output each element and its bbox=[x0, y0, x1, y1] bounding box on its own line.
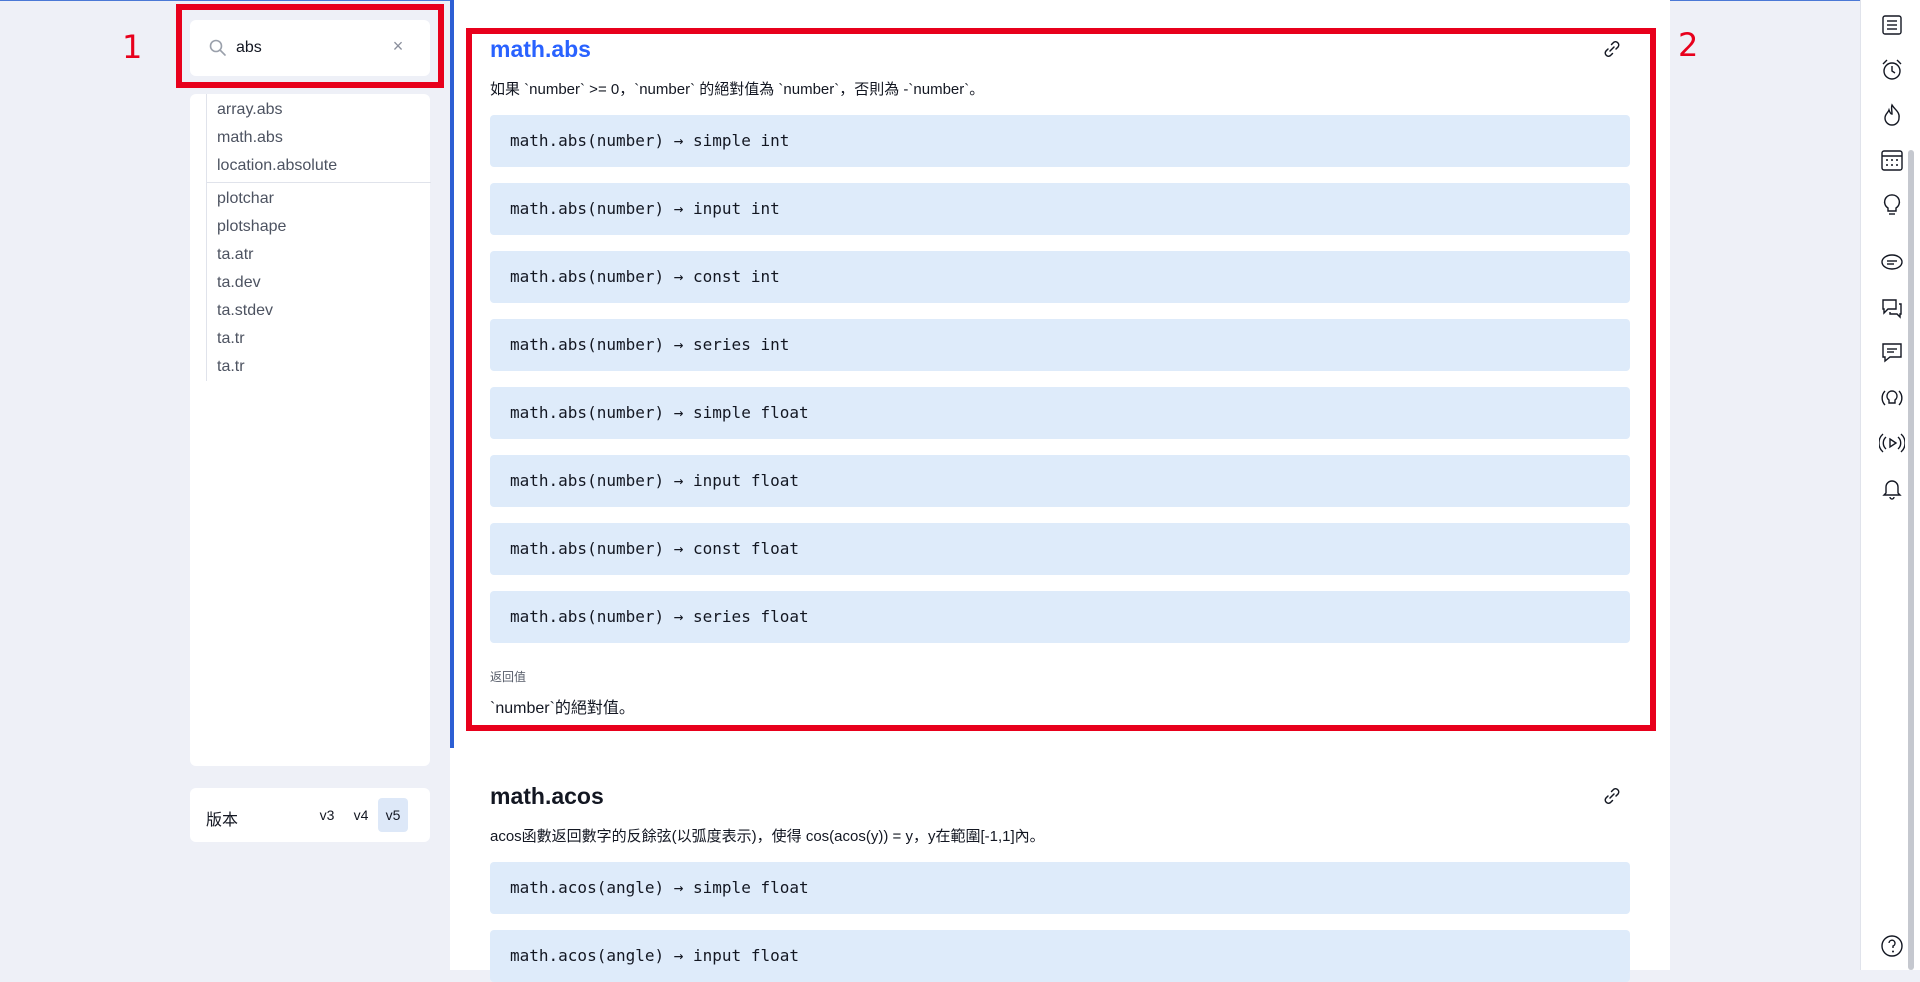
result-ta-tr-2[interactable]: ta.tr bbox=[207, 353, 431, 381]
help-icon[interactable] bbox=[1879, 933, 1905, 959]
result-ta-dev[interactable]: ta.dev bbox=[207, 269, 431, 297]
entry-title-math-acos[interactable]: math.acos bbox=[490, 783, 604, 810]
search-icon bbox=[209, 39, 226, 56]
right-scrollbar[interactable] bbox=[1908, 150, 1914, 970]
result-array-abs[interactable]: array.abs bbox=[207, 96, 431, 124]
result-location-absolute[interactable]: location.absolute bbox=[207, 152, 431, 180]
results-group-2: plotchar plotshape ta.atr ta.dev ta.stde… bbox=[207, 183, 431, 381]
signature-text: math.abs(number) → series float bbox=[510, 607, 809, 626]
signature-text: math.abs(number) → simple int bbox=[510, 131, 790, 150]
signature-block: math.acos(angle) → simple float bbox=[490, 862, 1630, 914]
result-ta-atr[interactable]: ta.atr bbox=[207, 241, 431, 269]
result-plotchar[interactable]: plotchar bbox=[207, 185, 431, 213]
ideas-icon[interactable] bbox=[1879, 192, 1905, 218]
link-icon[interactable] bbox=[1601, 785, 1623, 807]
results-group-1: array.abs math.abs location.absolute bbox=[207, 94, 431, 182]
signature-text: math.abs(number) → input int bbox=[510, 199, 780, 218]
signature-text: math.acos(angle) → input float bbox=[510, 946, 799, 965]
entry-title-math-abs[interactable]: math.abs bbox=[490, 36, 591, 63]
link-icon[interactable] bbox=[1601, 38, 1623, 60]
signature-text: math.abs(number) → simple float bbox=[510, 403, 809, 422]
result-ta-stdev[interactable]: ta.stdev bbox=[207, 297, 431, 325]
result-ta-tr[interactable]: ta.tr bbox=[207, 325, 431, 353]
chat-icon[interactable] bbox=[1879, 250, 1905, 276]
signature-text: math.abs(number) → series int bbox=[510, 335, 790, 354]
search-results-panel: array.abs math.abs location.absolute plo… bbox=[190, 94, 431, 766]
hotlist-icon[interactable] bbox=[1879, 102, 1905, 128]
search-input[interactable] bbox=[234, 34, 398, 62]
annotation-label-2: 2 bbox=[1678, 26, 1699, 64]
search-box: × bbox=[190, 20, 430, 76]
signature-block: math.abs(number) → simple float bbox=[490, 387, 1630, 439]
signature-block: math.abs(number) → const float bbox=[490, 523, 1630, 575]
clear-search-icon[interactable]: × bbox=[386, 34, 410, 58]
version-v3-button[interactable]: v3 bbox=[312, 798, 342, 832]
signature-block: math.abs(number) → series int bbox=[490, 319, 1630, 371]
signature-block: math.abs(number) → simple int bbox=[490, 115, 1630, 167]
private-chats-icon[interactable] bbox=[1879, 340, 1905, 366]
annotation-label-1: 1 bbox=[122, 28, 143, 66]
signature-text: math.acos(angle) → simple float bbox=[510, 878, 809, 897]
alarm-icon[interactable] bbox=[1879, 57, 1905, 83]
signature-block: math.acos(angle) → input float bbox=[490, 930, 1630, 982]
version-v5-button[interactable]: v5 bbox=[378, 798, 408, 832]
signature-text: math.abs(number) → input float bbox=[510, 471, 799, 490]
signature-block: math.abs(number) → const int bbox=[490, 251, 1630, 303]
public-chats-icon[interactable] bbox=[1879, 295, 1905, 321]
signature-block: math.abs(number) → input int bbox=[490, 183, 1630, 235]
search-results-list: array.abs math.abs location.absolute plo… bbox=[206, 94, 431, 381]
version-selector: 版本 v3 v4 v5 bbox=[190, 788, 430, 842]
signature-text: math.abs(number) → const int bbox=[510, 267, 780, 286]
entry-description-math-abs: 如果 `number` >= 0，`number` 的絕對值為 `number`… bbox=[490, 81, 985, 98]
signature-block: math.abs(number) → series float bbox=[490, 591, 1630, 643]
watchlist-icon[interactable] bbox=[1879, 12, 1905, 38]
version-label: 版本 bbox=[206, 812, 239, 829]
returns-text: `number`的絕對值。 bbox=[490, 700, 635, 717]
calendar-icon[interactable] bbox=[1879, 147, 1905, 173]
notifications-icon[interactable] bbox=[1879, 475, 1905, 501]
returns-label: 返回值 bbox=[490, 670, 527, 684]
version-v4-button[interactable]: v4 bbox=[346, 798, 376, 832]
signature-text: math.abs(number) → const float bbox=[510, 539, 799, 558]
ideas-stream-icon[interactable] bbox=[1879, 385, 1905, 411]
selected-entry-accent bbox=[450, 0, 454, 748]
result-math-abs[interactable]: math.abs bbox=[207, 124, 431, 152]
entry-description-math-acos: acos函數返回數字的反餘弦(以弧度表示)，使得 cos(acos(y)) = … bbox=[490, 828, 1045, 845]
signature-block: math.abs(number) → input float bbox=[490, 455, 1630, 507]
streams-icon[interactable] bbox=[1879, 430, 1905, 456]
result-plotshape[interactable]: plotshape bbox=[207, 213, 431, 241]
